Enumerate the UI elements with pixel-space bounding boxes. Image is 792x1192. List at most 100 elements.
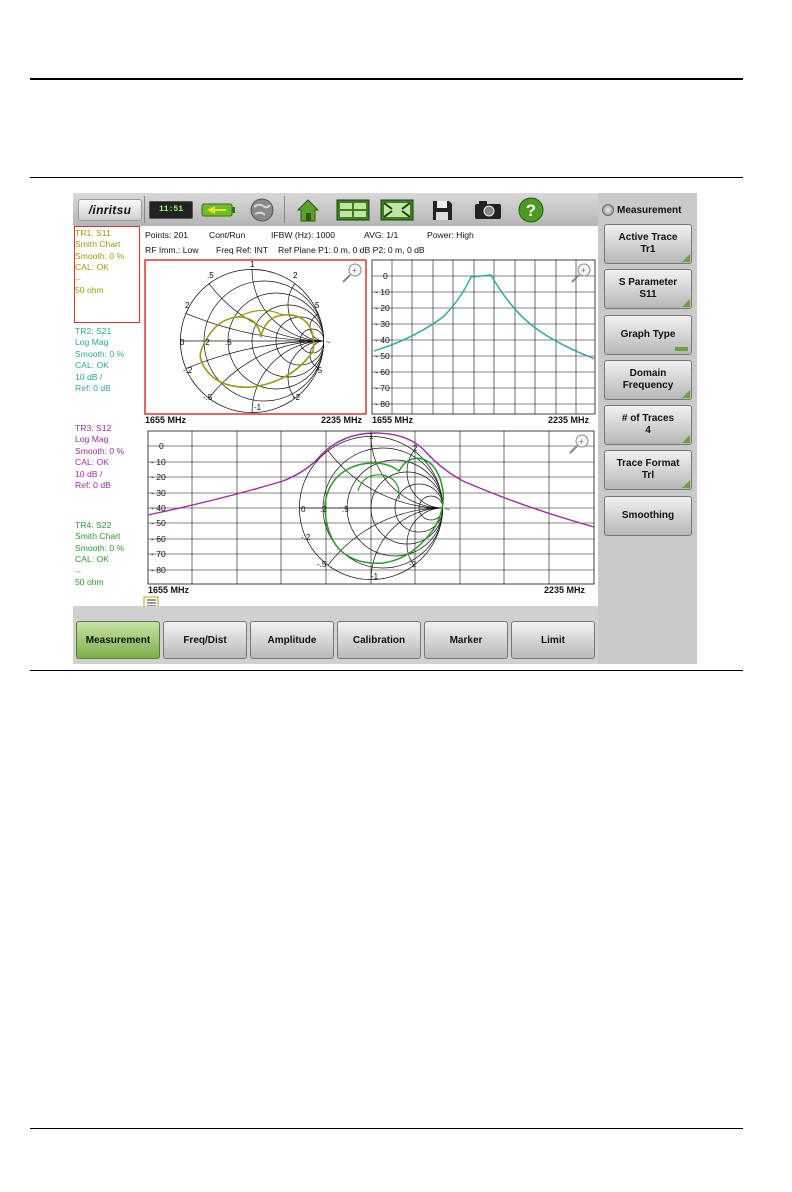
figure-bottom-rule <box>30 670 743 671</box>
tr2-tick-8: - 80 <box>375 399 390 409</box>
trace-3-info[interactable]: TR3: S12 Log Mag Smooth: 0 % CAL: OK 10 … <box>75 423 139 491</box>
smoothing-label: Smoothing <box>621 510 675 521</box>
help-icon[interactable]: ? <box>516 197 546 222</box>
domain-button[interactable]: Domain Frequency <box>604 360 692 400</box>
tr3-tick-0: 0 <box>159 441 164 451</box>
status-ifbw: IFBW (Hz): 1000 <box>271 230 335 240</box>
svg-text:.5: .5 <box>342 505 349 514</box>
camera-svg <box>475 200 501 219</box>
save-disk-icon[interactable] <box>427 197 457 222</box>
tr2-tick-1: - 10 <box>375 287 390 297</box>
trace-4-ref: 50 ohm <box>75 577 104 588</box>
tr2-tick-7: - 70 <box>375 383 390 393</box>
tr1-start-freq: 1655 MHz <box>145 415 187 425</box>
multi-display-icon[interactable] <box>335 197 371 222</box>
tr2-tick-6: - 60 <box>375 367 390 377</box>
domain-value: Frequency <box>622 380 674 391</box>
trace-3-smooth: Smooth: 0 % <box>75 445 125 456</box>
trace-3-name: TR3: S12 <box>75 423 112 433</box>
s-parameter-button[interactable]: S Parameter S11 <box>604 269 692 309</box>
submenu-indicator-icon <box>682 390 690 398</box>
tr2-tick-3: - 30 <box>375 319 390 329</box>
svg-text:-1: -1 <box>254 403 262 412</box>
svg-text:.5: .5 <box>225 338 232 347</box>
svg-text:-.2: -.2 <box>183 366 193 375</box>
instrument-screen: /inritsu 11:51 ? TR1: S11 Smith Chart Sm… <box>73 193 697 664</box>
svg-text:.5: .5 <box>207 271 214 280</box>
clock-display-icon[interactable]: 11:51 <box>148 197 194 222</box>
fullscreen-svg <box>380 199 414 220</box>
figure-top-rule <box>30 177 743 178</box>
menu-measurement-button[interactable]: Measurement <box>76 621 160 659</box>
svg-text:+: + <box>579 437 584 446</box>
svg-text:2: 2 <box>413 444 418 453</box>
trace-1-ref: 50 ohm <box>75 285 104 296</box>
camera-icon[interactable] <box>471 197 505 222</box>
battery-icon[interactable] <box>199 197 239 222</box>
submenu-indicator-icon <box>682 299 690 307</box>
svg-text:?: ? <box>526 201 536 220</box>
graph-type-button[interactable]: Graph Type <box>604 315 692 355</box>
tr2-stop-freq: 2235 MHz <box>548 415 590 425</box>
number-of-traces-button[interactable]: # of Traces 4 <box>604 405 692 445</box>
tr1-stop-freq: 2235 MHz <box>321 415 363 425</box>
status-avg: AVG: 1/1 <box>364 230 399 240</box>
menu-amplitude-button[interactable]: Amplitude <box>250 621 334 659</box>
active-trace-button[interactable]: Active Trace Tr1 <box>604 224 692 264</box>
svg-text:2: 2 <box>185 301 190 310</box>
gps-globe-icon[interactable] <box>245 197 279 222</box>
trace-3-format: Log Mag <box>75 434 109 445</box>
domain-label: Domain <box>629 368 667 379</box>
clock-text: 11:51 <box>158 205 183 214</box>
trace-4-smooth: Smooth: 0 % <box>75 542 125 553</box>
trace-1-info[interactable]: TR1: S11 Smith Chart Smooth: 0 % CAL: OK… <box>75 228 139 296</box>
tr3-tick-6: - 60 <box>151 534 166 544</box>
menu-marker-button[interactable]: Marker <box>424 621 508 659</box>
globe-svg <box>250 198 274 221</box>
home-svg <box>296 198 320 221</box>
anritsu-logo: /inritsu <box>78 199 142 221</box>
trace-2-name: TR2: S21 <box>75 326 112 336</box>
trace-2-smooth: Smooth: 0 % <box>75 348 125 359</box>
svg-text:+: + <box>352 266 357 275</box>
menu-limit-button[interactable]: Limit <box>511 621 595 659</box>
trace-2-scale: 10 dB / <box>75 371 103 382</box>
trace-2-info[interactable]: TR2: S21 Log Mag Smooth: 0 % CAL: OK 10 … <box>75 326 139 394</box>
top-rule <box>30 78 743 80</box>
multi-display-svg <box>336 199 370 220</box>
trace-1-format: Smith Chart <box>75 239 121 250</box>
trace-2-cal: CAL: OK <box>75 360 109 371</box>
svg-text:0: 0 <box>301 505 306 514</box>
tr3-tick-2: - 20 <box>151 472 166 482</box>
tr2-tick-5: - 50 <box>375 351 390 361</box>
smoothing-button[interactable]: Smoothing <box>604 496 692 536</box>
tr3-tick-7: - 70 <box>151 549 166 559</box>
home-icon[interactable] <box>292 197 324 222</box>
trace-4-info[interactable]: TR4: S22 Smith Chart Smooth: 0 % CAL: OK… <box>75 520 139 588</box>
svg-text:1: 1 <box>369 432 374 441</box>
trace-1-name: TR1: S11 <box>75 228 111 238</box>
tr3-tick-4: - 40 <box>151 503 166 513</box>
tr2-log-mag-chart[interactable]: 0 - 10 - 20 - 30 - 40 - 50 - 60 - 70 - 8… <box>371 259 596 415</box>
status-ref-plane: Ref Plane P1: 0 m, 0 dB P2: 0 m, 0 dB <box>278 245 425 255</box>
submenu-header-icon <box>602 204 614 216</box>
trace-4-format: Smith Chart <box>75 531 121 542</box>
svg-text:.2: .2 <box>203 338 210 347</box>
svg-text:5: 5 <box>315 301 320 310</box>
trace-1-cal: CAL: OK <box>75 262 109 273</box>
status-bar: Points: 201 Cont/Run IFBW (Hz): 1000 AVG… <box>143 226 598 259</box>
tr3-tick-8: - 80 <box>151 565 166 575</box>
svg-text:+: + <box>581 266 586 275</box>
svg-text:~: ~ <box>445 505 450 514</box>
menu-freq-dist-button[interactable]: Freq/Dist <box>163 621 247 659</box>
svg-text:2: 2 <box>293 271 298 280</box>
trace-2-ref: Ref: 0 dB <box>75 383 111 394</box>
tr34-stop-freq: 2235 MHz <box>544 585 586 595</box>
toolbar: /inritsu 11:51 ? <box>73 193 598 226</box>
fullscreen-icon[interactable] <box>379 197 415 222</box>
trace-4-name: TR4: S22 <box>75 520 112 530</box>
trace-format-button[interactable]: Trace Format Trl <box>604 450 692 490</box>
submenu-header: Measurement <box>602 204 681 216</box>
menu-calibration-button[interactable]: Calibration <box>337 621 421 659</box>
svg-text:-2: -2 <box>293 393 301 402</box>
